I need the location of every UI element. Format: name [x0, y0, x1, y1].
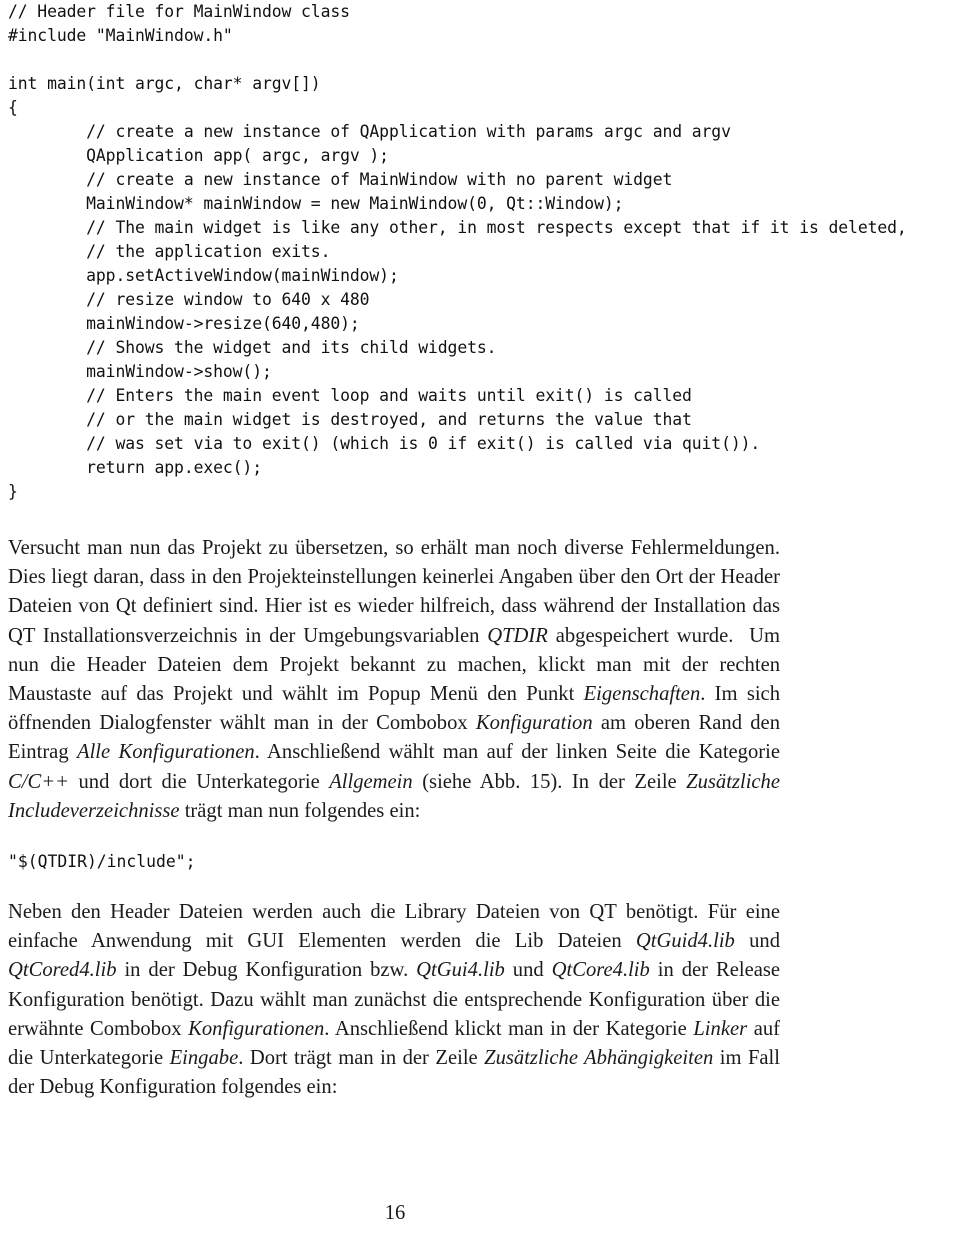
page-content: // Header file for MainWindow class #inc… [8, 0, 952, 1102]
spacer-before-code-sample-1 [8, 826, 952, 850]
page-number: 16 [384, 1202, 406, 1224]
code-listing-text: // Header file for MainWindow class #inc… [8, 2, 907, 501]
paragraph-include-directories: Versucht man nun das Projekt zu übersetz… [8, 537, 780, 822]
code-sample-qtdir-include: "$(QTDIR)/include"; [8, 852, 196, 872]
paragraph-library-dependencies: Neben den Header Dateien werden auch die… [8, 901, 781, 1099]
document-page: // Header file for MainWindow class #inc… [0, 0, 960, 1233]
spacer-after-code [8, 504, 952, 534]
code-listing-main-cpp: // Header file for MainWindow class #inc… [8, 0, 952, 504]
spacer-after-code-sample-1 [8, 874, 952, 898]
